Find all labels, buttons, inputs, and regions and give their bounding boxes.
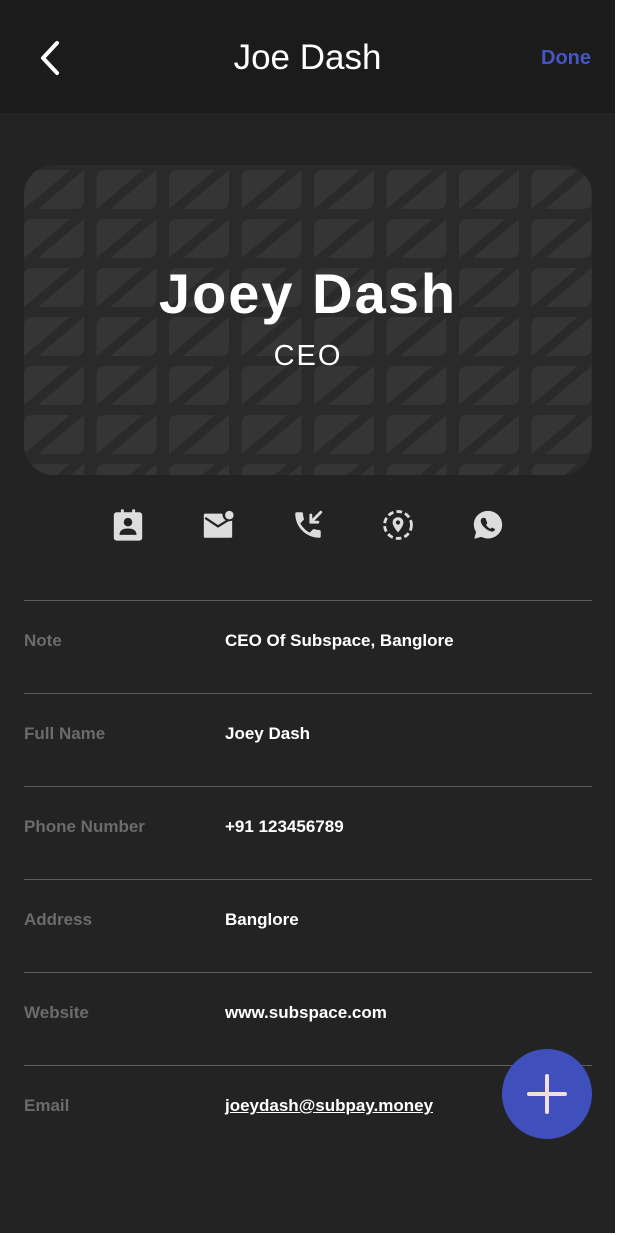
top-app-bar: Joe Dash Done — [0, 0, 615, 113]
mail-button[interactable] — [198, 505, 238, 545]
location-pin-icon — [383, 510, 413, 540]
plus-icon — [527, 1074, 567, 1114]
detail-value: Joey Dash — [225, 724, 311, 743]
detail-label: Address — [24, 910, 93, 929]
detail-value: CEO Of Subspace, Banglore — [225, 631, 454, 650]
contact-card-icon — [113, 509, 143, 541]
detail-row-note: Note CEO Of Subspace, Banglore — [24, 600, 592, 693]
detail-label: Full Name — [24, 724, 106, 743]
contact-detail-screen: Joe Dash Done Joey Dash CEO Note CEO Of … — [0, 0, 615, 1233]
card-contact-name: Joey Dash — [158, 262, 458, 325]
contact-card-button[interactable] — [108, 505, 148, 545]
detail-row-address: Address Banglore — [24, 879, 592, 972]
detail-value: Banglore — [225, 910, 299, 929]
whatsapp-button[interactable] — [468, 505, 508, 545]
detail-row-website: Website www.subspace.com — [24, 972, 592, 1065]
business-card: Joey Dash CEO — [24, 165, 592, 475]
detail-value: +91 123456789 — [225, 817, 344, 836]
detail-row-full-name: Full Name Joey Dash — [24, 693, 592, 786]
email-link[interactable]: joeydash@subpay.money — [225, 1095, 433, 1117]
detail-row-phone: Phone Number +91 123456789 — [24, 786, 592, 879]
done-button[interactable]: Done — [541, 45, 591, 71]
phone-callback-icon — [295, 510, 323, 538]
page-title: Joe Dash — [233, 38, 382, 77]
call-button[interactable] — [288, 505, 328, 545]
detail-label: Phone Number — [24, 817, 145, 836]
detail-label: Email — [24, 1096, 70, 1115]
card-contact-role: CEO — [273, 340, 343, 372]
detail-label: Note — [24, 631, 62, 650]
mail-notification-icon — [203, 510, 234, 538]
detail-label: Website — [24, 1003, 89, 1022]
location-button[interactable] — [378, 505, 418, 545]
detail-value: www.subspace.com — [225, 1003, 387, 1022]
quick-actions-bar — [0, 505, 615, 549]
add-fab-button[interactable] — [502, 1049, 592, 1139]
whatsapp-icon — [473, 510, 503, 539]
